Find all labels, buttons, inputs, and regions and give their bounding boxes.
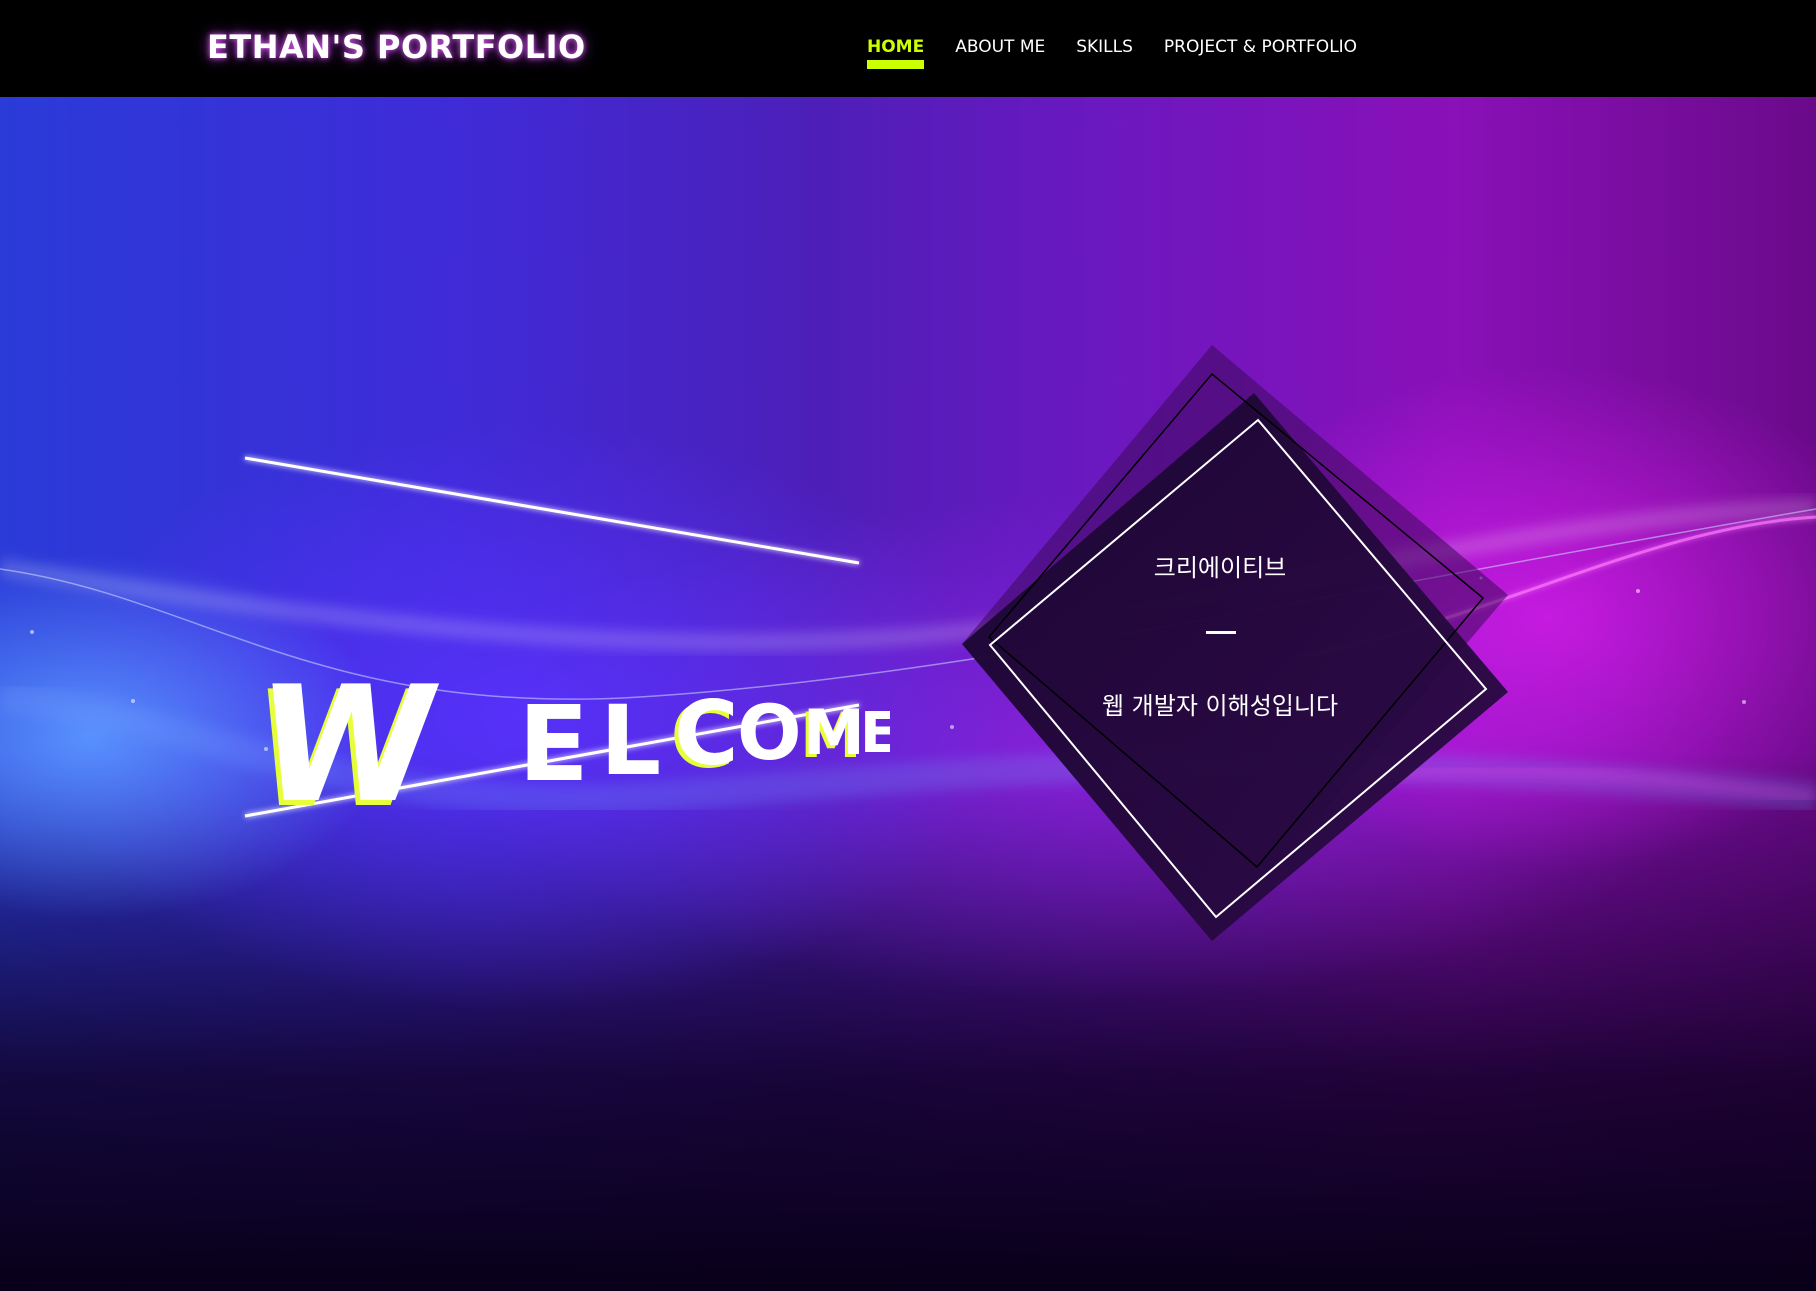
site-logo[interactable]: ETHAN'S PORTFOLIO <box>207 28 586 66</box>
welcome-letter-w-front: W <box>250 652 449 838</box>
site-header: ETHAN'S PORTFOLIO HOME ABOUT ME SKILLS P… <box>0 0 1816 97</box>
diamond-subtitle: 웹 개발자 이해성입니다 <box>1101 692 1339 720</box>
welcome-letter-e1: E <box>518 683 589 805</box>
diamond-title: 크리에이티브 <box>1153 554 1287 582</box>
welcome-letter-e2: E <box>860 701 890 766</box>
hero-section: W W E L C C O M M E 크리에이티브 웹 개발자 이해성입니다 <box>0 97 1816 1291</box>
nav-item-skills[interactable]: SKILLS <box>1076 36 1133 58</box>
welcome-letter-c: C <box>674 682 739 785</box>
welcome-letter-m: M <box>803 696 865 769</box>
welcome-heading: W W E L C C O M M E <box>250 652 890 843</box>
main-nav: HOME ABOUT ME SKILLS PROJECT & PORTFOLIO <box>867 36 1357 69</box>
nav-item-home[interactable]: HOME <box>867 36 925 69</box>
nav-item-about-me[interactable]: ABOUT ME <box>955 36 1045 58</box>
welcome-top-line <box>244 456 860 565</box>
welcome-letter-l: L <box>600 685 661 797</box>
diamond-dash-divider <box>1206 631 1236 634</box>
nav-item-project-portfolio[interactable]: PROJECT & PORTFOLIO <box>1164 36 1357 58</box>
welcome-letter-o: O <box>737 688 802 777</box>
diamond-graphic <box>962 345 1508 941</box>
